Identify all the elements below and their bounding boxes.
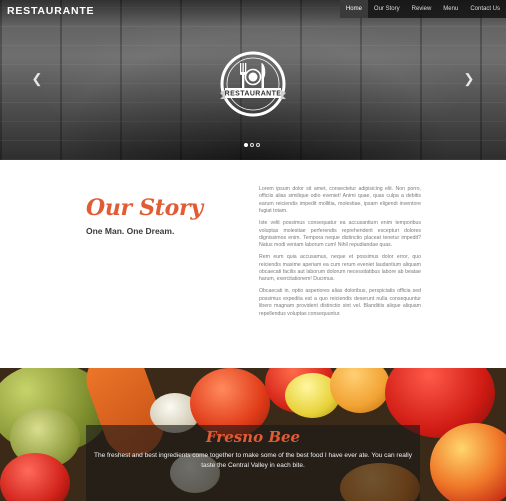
story-subtitle: One Man. One Dream. (86, 226, 175, 236)
orange-image (330, 368, 390, 413)
emblem-ribbon-text: RESTAURANTE (225, 91, 282, 98)
nav-item-our-story[interactable]: Our Story (368, 0, 406, 18)
testimonial-quote: The freshest and best ingredients come t… (94, 452, 412, 469)
nav-item-contact-us[interactable]: Contact Us (464, 0, 506, 18)
slider-dots (244, 143, 260, 147)
story-paragraph: Obcaecati in, optio asperiores alias dol… (259, 288, 421, 317)
story-title: Our Story (86, 195, 203, 221)
main-nav: Home Our Story Review Menu Contact Us (339, 0, 506, 18)
story-body: Lorem ipsum dolor sit amet, consectetur … (259, 186, 421, 323)
restaurant-emblem-icon: RESTAURANTE (220, 51, 286, 117)
nav-item-menu[interactable]: Menu (437, 0, 464, 18)
story-paragraph: Lorem ipsum dolor sit amet, consectetur … (259, 186, 421, 215)
nav-item-review[interactable]: Review (406, 0, 438, 18)
brand-logo[interactable]: RESTAURANTE (7, 5, 94, 17)
our-story-section (0, 160, 506, 368)
story-paragraph: Rem eum quia accusamus, neque et possimu… (259, 254, 421, 283)
slider-dot-2[interactable] (250, 143, 254, 147)
testimonial-source: Fresno Bee (205, 428, 301, 446)
slider-dot-1[interactable] (244, 143, 248, 147)
nav-item-home[interactable]: Home (339, 0, 368, 18)
slider-dot-3[interactable] (256, 143, 260, 147)
chevron-left-icon[interactable]: ❮ (31, 72, 43, 86)
story-paragraph: Iste velit possimus consequatur ea accus… (259, 220, 421, 249)
chevron-right-icon[interactable]: ❯ (463, 72, 475, 86)
